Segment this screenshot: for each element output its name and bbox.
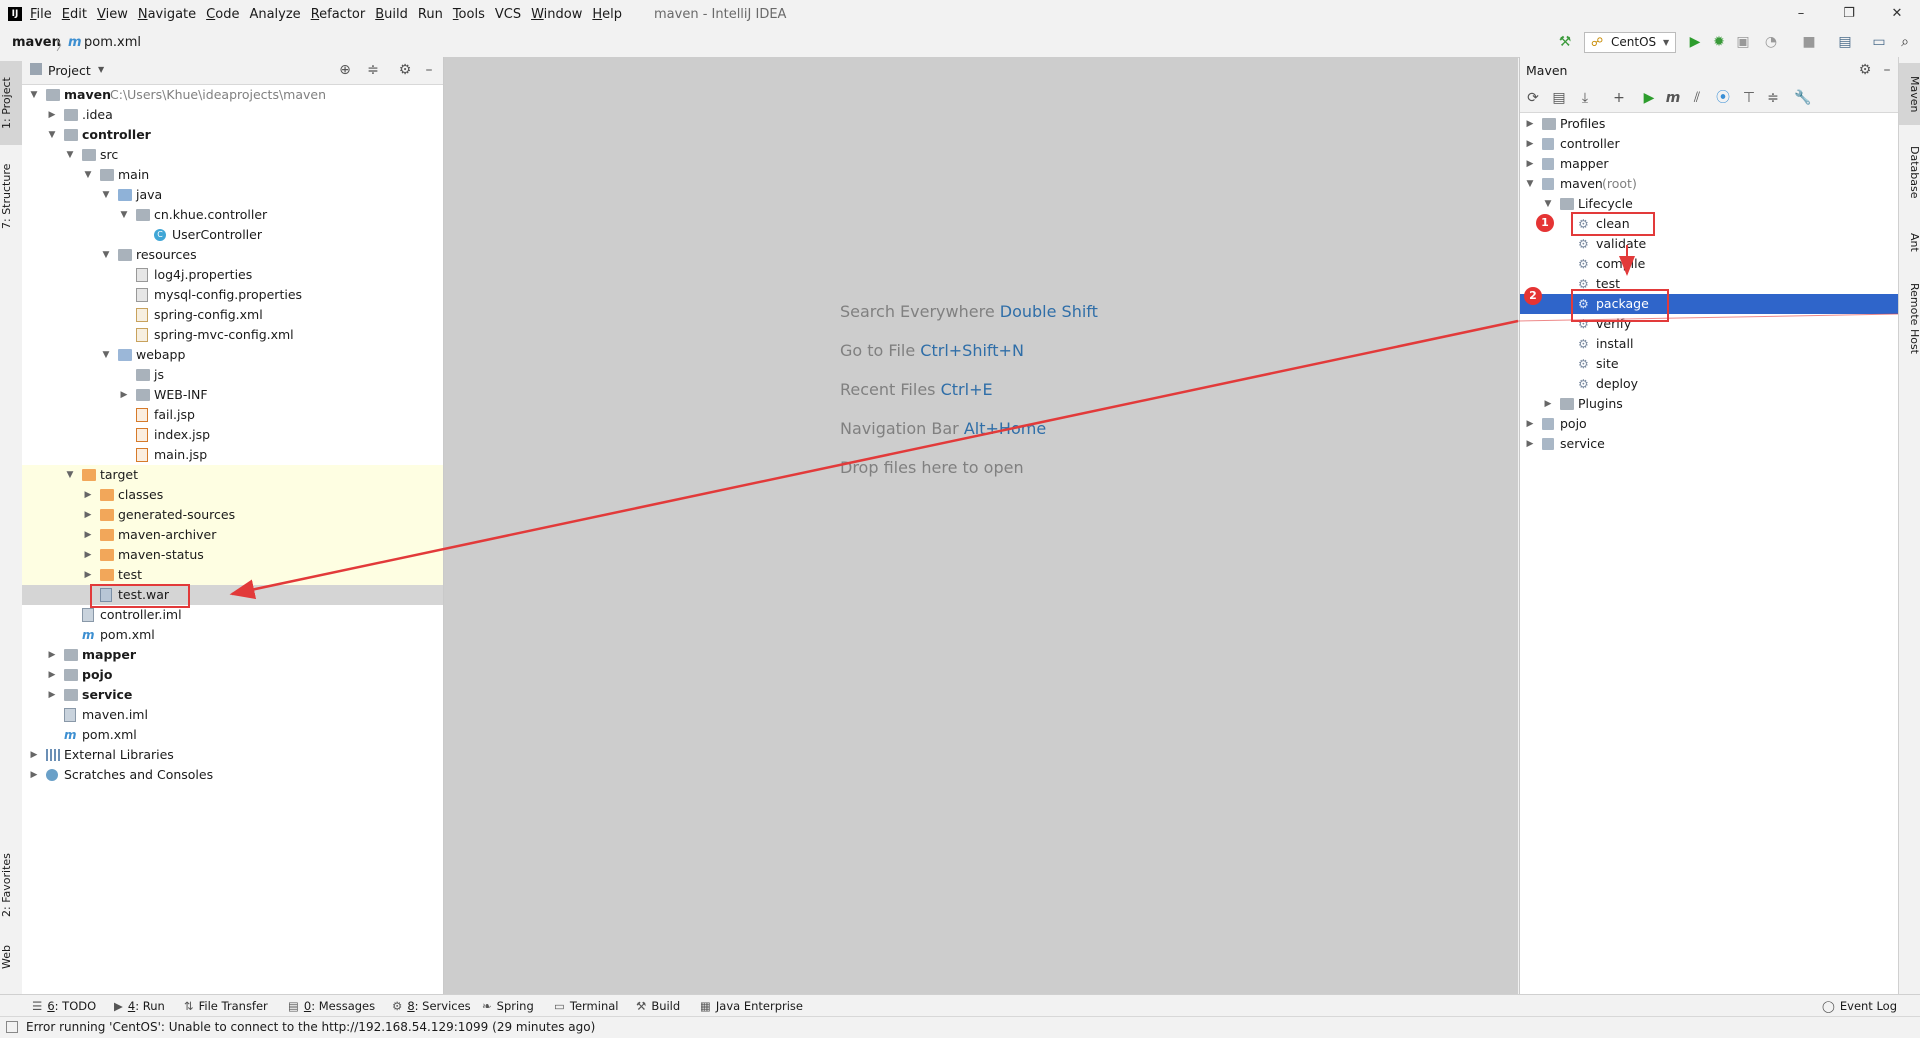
- annotation-box-clean: [1571, 212, 1655, 236]
- annotation-arrow-to-war: [229, 319, 1519, 600]
- annotation-badge-2: 2: [1524, 287, 1542, 305]
- annotation-box-test-war: [90, 584, 190, 608]
- annotation-badge-1: 1: [1536, 214, 1554, 232]
- annotation-box-package: [1571, 289, 1669, 322]
- annotation-overlay: [229, 245, 1899, 600]
